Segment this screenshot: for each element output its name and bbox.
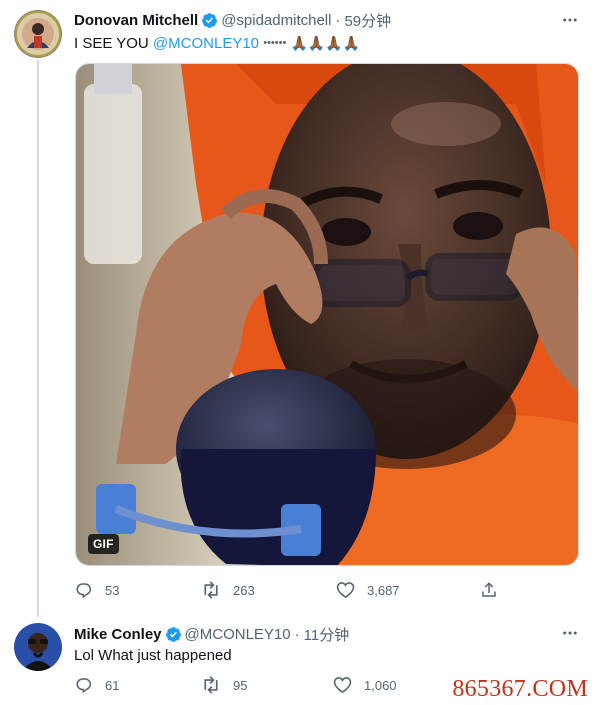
reply-count: 61 (105, 677, 120, 693)
avatar-image (14, 623, 62, 671)
reply-icon (76, 583, 92, 599)
separator: · (335, 12, 341, 29)
like-button[interactable]: 3,687 (336, 581, 400, 599)
handle[interactable]: @MCONLEY10 (185, 626, 291, 643)
share-icon (482, 582, 496, 597)
tweet-header: Donovan Mitchell @spidadmitchell · 59分钟 (74, 10, 391, 31)
timestamp[interactable]: 11分钟 (304, 624, 350, 645)
mention-link[interactable]: @MCONLEY10 (153, 35, 259, 52)
retweet-button[interactable]: 95 (201, 676, 247, 694)
retweet-count: 263 (233, 582, 255, 598)
emojis: 🙏🏾🙏🏾🙏🏾🙏🏾 (290, 35, 361, 51)
display-name[interactable]: Mike Conley (74, 626, 162, 643)
avatar[interactable] (14, 623, 62, 671)
timestamp[interactable]: 59分钟 (344, 10, 391, 31)
avatar[interactable] (14, 10, 62, 58)
tweet-text: I SEE YOU @MCONLEY10 •••••• 🙏🏾🙏🏾🙏🏾🙏🏾 (74, 33, 360, 54)
dots: •••••• (263, 37, 287, 49)
more-icon[interactable] (559, 622, 581, 644)
more-icon[interactable] (559, 9, 581, 31)
share-button[interactable] (480, 581, 510, 599)
gif-badge: GIF (88, 534, 119, 554)
retweet-icon (204, 581, 218, 599)
gif-media[interactable]: GIF (75, 63, 579, 566)
separator: · (294, 626, 300, 643)
tweet-text-body: I SEE YOU (74, 35, 153, 52)
like-button[interactable]: 1,060 (333, 676, 397, 694)
retweet-button[interactable]: 263 (201, 581, 255, 599)
reply-count: 53 (105, 582, 120, 598)
watermark: 865367.COM (452, 676, 588, 702)
tweet-header: Mike Conley @MCONLEY10 · 11分钟 (74, 624, 349, 645)
verified-badge-icon (201, 12, 218, 29)
reply-button[interactable]: 53 (75, 581, 119, 599)
verified-badge-icon (165, 626, 182, 643)
reply-button[interactable]: 61 (75, 676, 119, 694)
handle[interactable]: @spidadmitchell (221, 12, 331, 29)
thread-connector-line (37, 60, 39, 617)
tweet-text: Lol What just happened (74, 647, 232, 664)
avatar-image (14, 10, 62, 58)
gif-frame-image (76, 64, 578, 565)
reply-icon (76, 678, 92, 694)
like-count: 1,060 (364, 677, 397, 693)
tweet-donovan-mitchell[interactable]: Donovan Mitchell @spidadmitchell · 59分钟 … (0, 0, 596, 617)
like-icon (333, 677, 352, 694)
display-name[interactable]: Donovan Mitchell (74, 12, 198, 29)
like-count: 3,687 (367, 582, 400, 598)
retweet-count: 95 (233, 677, 248, 693)
like-icon (336, 582, 355, 599)
retweet-icon (204, 676, 218, 694)
